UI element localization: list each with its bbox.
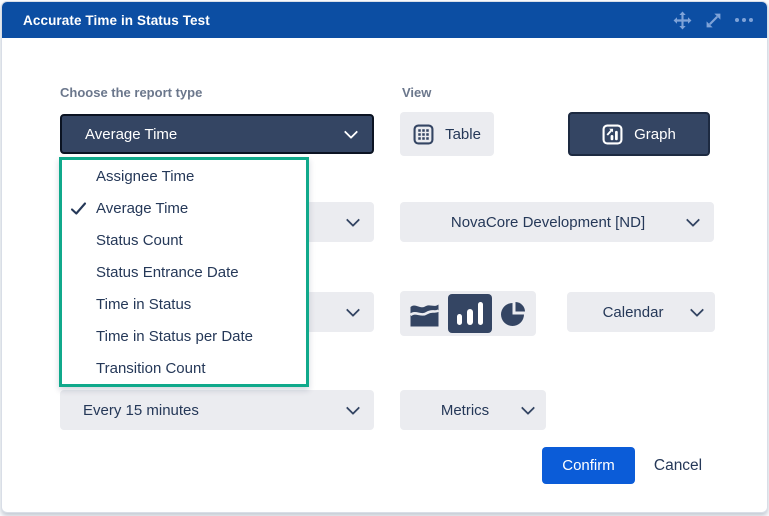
report-type-label: Choose the report type [60, 85, 202, 100]
menu-item-time-in-status[interactable]: Time in Status [62, 288, 306, 320]
project-select[interactable]: NovaCore Development [ND] [400, 202, 714, 242]
chart-type-group [400, 291, 536, 336]
graph-icon [602, 124, 623, 145]
view-label: View [402, 85, 431, 100]
interval-value: Every 15 minutes [60, 402, 199, 419]
gadget-dialog: Accurate Time in Status Test Choose the … [1, 1, 768, 513]
chevron-down-icon [346, 303, 360, 317]
cancel-button[interactable]: Cancel [640, 447, 716, 484]
chevron-down-icon [346, 213, 360, 227]
resize-diagonal-icon[interactable] [703, 10, 723, 30]
menu-item-label: Average Time [96, 200, 188, 217]
report-type-value: Average Time [62, 126, 177, 143]
menu-item-label: Time in Status [96, 296, 191, 313]
metrics-select[interactable]: Metrics [400, 390, 546, 430]
menu-item-time-in-status-per-date[interactable]: Time in Status per Date [62, 320, 306, 352]
menu-item-label: Time in Status per Date [96, 328, 253, 345]
interval-select[interactable]: Every 15 minutes [60, 390, 374, 430]
view-table-button[interactable]: Table [400, 112, 494, 156]
chevron-down-icon [346, 401, 360, 415]
menu-item-label: Transition Count [96, 360, 206, 377]
title-bar-actions [672, 2, 754, 38]
report-type-select[interactable]: Average Time [60, 114, 374, 154]
report-type-dropdown-menu: Assignee Time Average Time Status Count … [59, 157, 309, 387]
bar-3 [478, 302, 484, 325]
bar-2 [467, 309, 473, 325]
menu-item-label: Status Entrance Date [96, 264, 239, 281]
menu-item-label: Status Count [96, 232, 183, 249]
menu-item-label: Assignee Time [96, 168, 194, 185]
project-value: NovaCore Development [ND] [451, 214, 645, 231]
chevron-down-icon [521, 401, 535, 415]
view-graph-label: Graph [634, 126, 676, 143]
more-ellipsis-icon[interactable] [734, 10, 754, 30]
menu-item-status-entrance-date[interactable]: Status Entrance Date [62, 256, 306, 288]
menu-item-transition-count[interactable]: Transition Count [62, 352, 306, 384]
chevron-down-icon [344, 125, 358, 139]
pie-chart-icon[interactable] [500, 300, 527, 327]
chevron-down-icon [686, 213, 700, 227]
calendar-select[interactable]: Calendar [567, 292, 715, 332]
dialog-title: Accurate Time in Status Test [2, 13, 210, 28]
menu-item-average-time[interactable]: Average Time [62, 192, 306, 224]
table-grid-icon [413, 124, 434, 145]
metrics-value: Metrics [441, 402, 489, 419]
menu-item-status-count[interactable]: Status Count [62, 224, 306, 256]
view-table-label: Table [445, 126, 481, 143]
confirm-button[interactable]: Confirm [542, 447, 635, 484]
bar-1 [457, 314, 463, 325]
title-bar: Accurate Time in Status Test [2, 2, 767, 38]
menu-item-assignee-time[interactable]: Assignee Time [62, 160, 306, 192]
view-graph-button[interactable]: Graph [568, 112, 710, 156]
move-icon[interactable] [672, 10, 692, 30]
calendar-value: Calendar [603, 304, 664, 321]
bar-chart-icon[interactable] [448, 294, 492, 333]
checkmark-icon [70, 200, 87, 217]
chevron-down-icon [690, 303, 704, 317]
area-chart-icon[interactable] [409, 300, 440, 328]
modal-overlay: Accurate Time in Status Test Choose the … [0, 0, 769, 516]
